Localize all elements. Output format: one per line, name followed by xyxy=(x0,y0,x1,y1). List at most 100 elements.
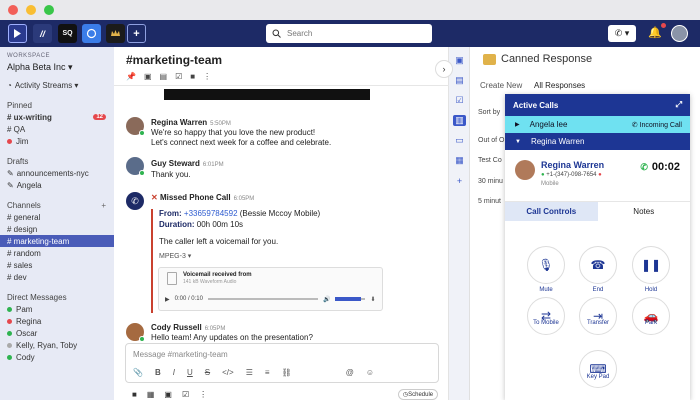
message-composer[interactable]: Message #marketing-team 📎 B I U S </> ☰ … xyxy=(125,343,439,383)
rail-folder-icon[interactable]: ▭ xyxy=(453,135,466,146)
transfer-button[interactable]: ⇥ xyxy=(579,297,617,335)
attach-icon[interactable]: 📎 xyxy=(133,368,143,377)
schedule-button[interactable]: ◷ Schedule xyxy=(398,389,438,400)
active-call-row[interactable]: ▼ Regina Warren xyxy=(505,133,690,150)
search-input[interactable]: Search xyxy=(266,24,432,43)
sidebar-item-angela[interactable]: ✎ Angela xyxy=(0,179,114,191)
underline-icon[interactable]: U xyxy=(187,368,193,377)
tab-create-new[interactable]: Create New xyxy=(480,81,522,90)
from-number-link[interactable]: +33659784592 xyxy=(184,209,238,218)
to-mobile-button[interactable]: ⇄ xyxy=(527,297,565,335)
mute-button[interactable]: 🎙 xyxy=(527,246,565,284)
incoming-call-row[interactable]: ▶ Angela lee ✆ Incoming Call xyxy=(505,116,690,133)
play-icon[interactable]: ▶ xyxy=(165,296,170,303)
files-icon[interactable]: ▤ xyxy=(160,72,168,81)
list-item[interactable]: 5 minut xyxy=(478,198,501,205)
sidebar-item-pam[interactable]: Pam xyxy=(0,303,114,315)
sidebar-item-sales[interactable]: # sales xyxy=(0,259,114,271)
activity-streams[interactable]: ◔ Activity Streams ▾ xyxy=(0,79,114,91)
workspace-dialpad-icon[interactable] xyxy=(8,24,27,43)
workspace-switcher[interactable]: Alpha Beta Inc ▾ xyxy=(0,62,114,73)
schedule-label: Schedule xyxy=(408,391,434,398)
code-icon[interactable]: </> xyxy=(222,368,234,377)
numbered-list-icon[interactable]: ≡ xyxy=(265,368,270,377)
add-workspace-button[interactable]: + xyxy=(127,24,146,43)
sidebar-item-oscar[interactable]: Oscar xyxy=(0,327,114,339)
more-actions-icon[interactable]: ⋮ xyxy=(199,390,207,399)
tasks-icon[interactable]: ☑ xyxy=(175,72,182,81)
storage-icon[interactable]: ▦ xyxy=(147,390,155,399)
tab-notes[interactable]: Notes xyxy=(598,202,691,221)
list-item[interactable]: Out of O xyxy=(478,137,504,144)
list-item[interactable]: Test Co xyxy=(478,157,502,164)
notifications-bell-icon[interactable]: 🔔 xyxy=(648,23,666,39)
strike-icon[interactable]: S xyxy=(205,368,210,377)
video-call-icon[interactable]: ■ xyxy=(132,390,137,399)
rail-canned-icon[interactable]: ▥ xyxy=(453,115,466,126)
close-window-button[interactable] xyxy=(8,5,18,15)
rail-tasks-icon[interactable]: ☑ xyxy=(453,95,466,106)
avatar[interactable] xyxy=(126,323,145,342)
format-select[interactable]: MPEG-3 ▾ xyxy=(159,252,191,260)
call-menu-button[interactable]: ✆ ▾ xyxy=(608,25,636,42)
more-icon[interactable]: ⋮ xyxy=(203,72,211,81)
bold-icon[interactable]: B xyxy=(155,368,161,377)
list-item[interactable]: 30 minu xyxy=(478,178,503,185)
sidebar-item-ux-writing[interactable]: # ux-writing 12 xyxy=(0,111,114,123)
sidebar-item-design[interactable]: # design xyxy=(0,223,114,235)
user-avatar[interactable] xyxy=(671,25,688,42)
minimize-window-button[interactable] xyxy=(26,5,36,15)
link-icon[interactable]: ⛓ xyxy=(282,368,292,377)
video-icon[interactable]: ■ xyxy=(190,72,195,81)
sidebar-item-general[interactable]: # general xyxy=(0,211,114,223)
workspace-sq-icon[interactable]: SQ xyxy=(58,24,77,43)
park-label: Park xyxy=(644,320,658,326)
message-author[interactable]: Regina Warren 5:50PM xyxy=(151,118,231,127)
workspace-slash-icon[interactable]: // xyxy=(33,24,52,43)
caller-name[interactable]: Regina Warren xyxy=(541,160,604,170)
tab-call-controls[interactable]: Call Controls xyxy=(505,202,598,221)
end-call-button[interactable]: ☎ xyxy=(579,246,617,284)
media-preview[interactable] xyxy=(164,89,370,100)
sidebar-item-regina[interactable]: Regina xyxy=(0,315,114,327)
download-icon[interactable]: ⬇ xyxy=(370,296,375,303)
sidebar-item-kelly-ryan-toby[interactable]: Kelly, Ryan, Toby xyxy=(0,339,114,351)
volume-slider[interactable] xyxy=(335,297,366,301)
hold-button[interactable]: ❚❚ xyxy=(632,246,670,284)
workspace-crown-icon[interactable] xyxy=(106,24,125,43)
rail-notes-icon[interactable]: ▦ xyxy=(453,155,466,166)
avatar[interactable] xyxy=(126,117,145,136)
sidebar-item-announcements-nyc[interactable]: ✎ announcements-nyc xyxy=(0,167,114,179)
audio-progress[interactable] xyxy=(207,298,318,300)
message-author[interactable]: Cody Russell 6:05PM xyxy=(151,323,225,332)
checklist-icon[interactable]: ☑ xyxy=(182,390,189,399)
collapse-panel-chevron-icon[interactable]: › xyxy=(435,60,453,78)
park-button[interactable]: 🚗 xyxy=(632,297,670,335)
rail-files-icon[interactable]: ▤ xyxy=(453,75,466,86)
sidebar-item-cody[interactable]: Cody xyxy=(0,351,114,363)
keypad-button[interactable]: ⌨ xyxy=(579,350,617,388)
volume-icon[interactable]: 🔊 xyxy=(323,296,330,303)
emoji-icon[interactable]: ☺ xyxy=(366,368,374,377)
sidebar-item-dev[interactable]: # dev xyxy=(0,271,114,283)
rail-add-icon[interactable]: + xyxy=(453,175,466,186)
avatar[interactable] xyxy=(126,157,145,176)
zoom-window-button[interactable] xyxy=(44,5,54,15)
mention-icon[interactable]: @ xyxy=(346,368,354,377)
workspace-circle-icon[interactable] xyxy=(82,24,101,43)
pin-icon[interactable]: 📌 xyxy=(126,72,136,81)
message-author[interactable]: Guy Steward 6:01PM xyxy=(151,159,224,168)
tab-all-responses[interactable]: All Responses xyxy=(534,81,585,90)
contact-icon[interactable]: ▣ xyxy=(144,72,152,81)
sort-by[interactable]: Sort by xyxy=(478,109,500,116)
image-icon[interactable]: ▣ xyxy=(164,390,172,399)
sidebar-item-jim[interactable]: Jim xyxy=(0,135,114,147)
list-icon[interactable]: ☰ xyxy=(246,368,253,377)
sidebar-item-qa[interactable]: # QA xyxy=(0,123,114,135)
italic-icon[interactable]: I xyxy=(173,368,175,377)
sidebar-item-marketing-team[interactable]: # marketing-team xyxy=(0,235,114,247)
add-channel-button[interactable]: + xyxy=(101,201,106,210)
sidebar-item-random[interactable]: # random xyxy=(0,247,114,259)
rail-contacts-icon[interactable]: ▣ xyxy=(453,55,466,66)
expand-icon[interactable]: ⤢ xyxy=(676,100,682,110)
